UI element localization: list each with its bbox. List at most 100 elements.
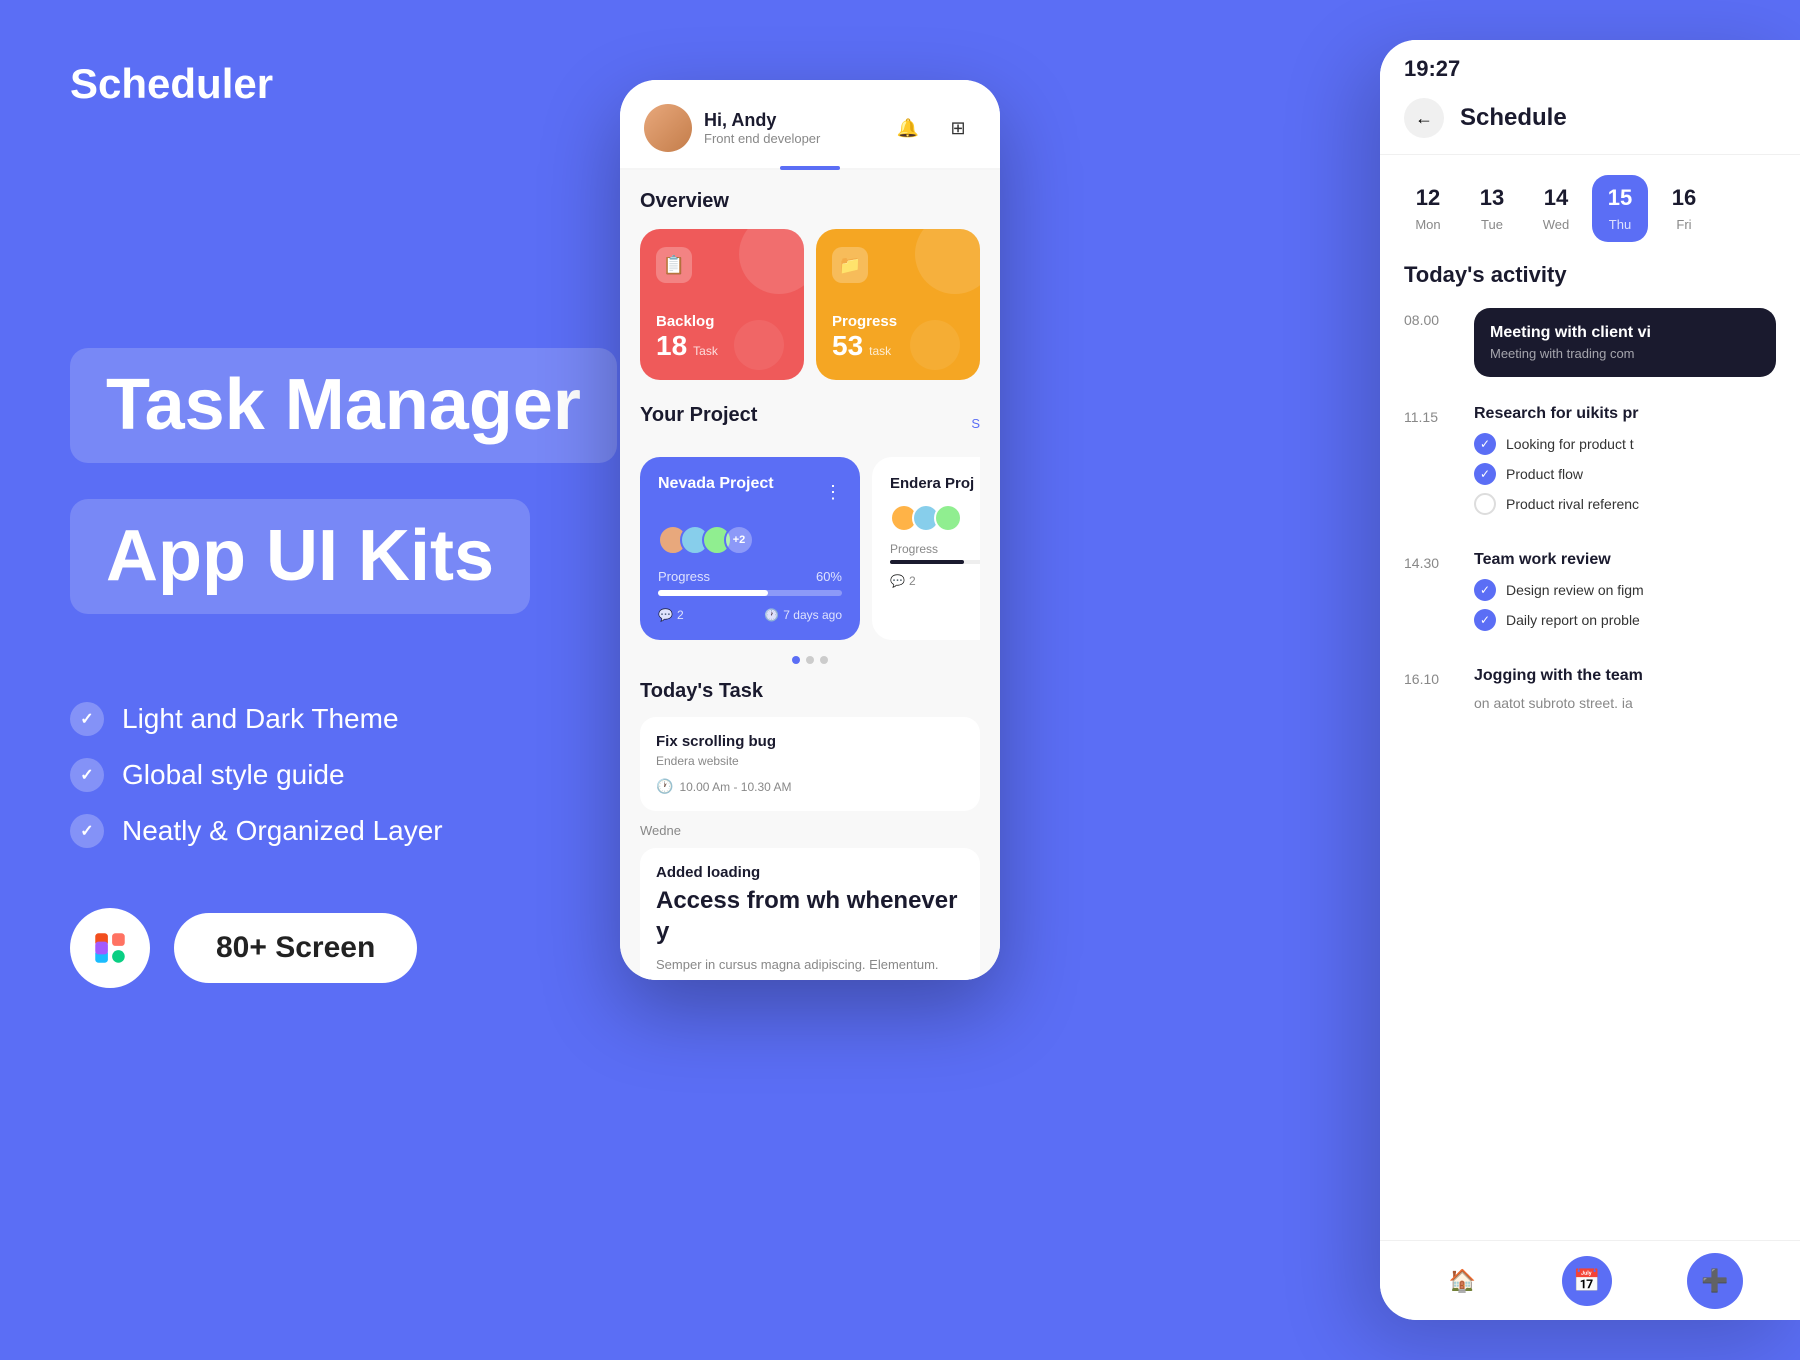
progress-card: 📁 Progress 53 task	[816, 229, 980, 380]
today-task-title: Today's Task	[640, 680, 980, 703]
check-item-4: ✓ Design review on figm	[1474, 579, 1776, 601]
feature-label-3: Neatly & Organized Layer	[122, 815, 443, 847]
cal-num-13: 13	[1480, 185, 1504, 211]
dot-2	[806, 656, 814, 664]
user-details: Hi, Andy Front end developer	[704, 110, 820, 146]
wed-label: Wedne	[640, 823, 980, 838]
back-button[interactable]: ←	[1404, 98, 1444, 138]
time-label-3: 14.30	[1404, 551, 1454, 571]
event-plain-4: Jogging with the team on aatot subroto s…	[1474, 667, 1776, 711]
check-item-2: ✓ Product flow	[1474, 463, 1776, 485]
event-plain-title-2: Research for uikits pr	[1474, 405, 1776, 423]
cal-day-13[interactable]: 13 Tue	[1464, 175, 1520, 242]
check-item-5: ✓ Daily report on proble	[1474, 609, 1776, 631]
cal-day-15[interactable]: 15 Thu	[1592, 175, 1648, 242]
event-3: 14.30 Team work review ✓ Design review o…	[1404, 551, 1776, 639]
cal-day-16[interactable]: 16 Fri	[1656, 175, 1712, 242]
header-icons: 🔔 ⊞	[890, 110, 976, 146]
task-item-2: Added loading Access from wh whenever y …	[640, 848, 980, 980]
backlog-unit: Task	[693, 344, 718, 358]
nav-calendar[interactable]: 📅	[1562, 1256, 1612, 1306]
schedule-title: Schedule	[1460, 104, 1567, 132]
event-plain-title-4: Jogging with the team	[1474, 667, 1776, 685]
event-title-1: Meeting with client vi	[1490, 324, 1760, 342]
check-item-3: Product rival referenc	[1474, 493, 1776, 515]
heading-line-2: App UI Kits	[70, 499, 530, 614]
event-2: 11.15 Research for uikits pr ✓ Looking f…	[1404, 405, 1776, 523]
endera-progress-label: Progress	[890, 542, 980, 556]
check-circle-5: ✓	[1474, 609, 1496, 631]
nevada-avatars: +2	[658, 525, 842, 555]
task1-name: Fix scrolling bug	[656, 733, 964, 750]
bottom-nav: 🏠 📅 ➕	[1380, 1240, 1800, 1320]
progress-count: 53	[832, 330, 863, 362]
nevada-comments: 💬 2	[658, 608, 684, 622]
event-plain-3: Team work review ✓ Design review on figm…	[1474, 551, 1776, 639]
task-item-1: Fix scrolling bug Endera website 🕐 10.00…	[640, 717, 980, 811]
task2-name: Added loading	[656, 864, 964, 881]
phone-screen-1: Hi, Andy Front end developer 🔔 ⊞ Overvie…	[620, 80, 1000, 980]
avatar-more: +2	[724, 525, 754, 555]
cal-name-fri: Fri	[1676, 217, 1691, 232]
cal-num-16: 16	[1672, 185, 1696, 211]
cal-num-12: 12	[1416, 185, 1440, 211]
see-all[interactable]: S	[971, 416, 980, 431]
nevada-progress-bar	[658, 590, 842, 596]
event-1: 08.00 Meeting with client vi Meeting wit…	[1404, 308, 1776, 377]
task1-project: Endera website	[656, 754, 964, 768]
dots-nav	[640, 656, 980, 664]
nevada-progress-label: Progress 60%	[658, 569, 842, 584]
event-plain-title-3: Team work review	[1474, 551, 1776, 569]
event-sub-1: Meeting with trading com	[1490, 346, 1760, 361]
time-label-2: 11.15	[1404, 405, 1454, 425]
heading-line-1: Task Manager	[70, 348, 617, 463]
cal-num-14: 14	[1544, 185, 1568, 211]
event-card-1: Meeting with client vi Meeting with trad…	[1474, 308, 1776, 377]
feature-item-3: Neatly & Organized Layer	[70, 814, 630, 848]
check-icon-1	[70, 702, 104, 736]
progress-unit: task	[869, 344, 891, 358]
nevada-card: Nevada Project ⋮ +2 Progress 60%	[640, 457, 860, 640]
user-role: Front end developer	[704, 131, 820, 146]
bottom-row: 80+ Screen	[70, 908, 630, 988]
nevada-menu[interactable]: ⋮	[824, 482, 842, 503]
backlog-count: 18	[656, 330, 687, 362]
cal-name-thu: Thu	[1609, 217, 1631, 232]
check-circle-4: ✓	[1474, 579, 1496, 601]
project-header: Your Project S	[640, 404, 980, 443]
features-list: Light and Dark Theme Global style guide …	[70, 702, 630, 848]
feature-label-2: Global style guide	[122, 759, 345, 791]
projects-title: Your Project	[640, 404, 757, 427]
event-4: 16.10 Jogging with the team on aatot sub…	[1404, 667, 1776, 711]
schedule-nav-header: ← Schedule	[1380, 82, 1800, 155]
cal-name-wed: Wed	[1543, 217, 1570, 232]
left-section: Scheduler Task Manager App UI Kits Light…	[0, 0, 700, 1360]
cal-day-12[interactable]: 12 Mon	[1400, 175, 1456, 242]
endera-progress-fill	[890, 560, 964, 564]
notification-icon[interactable]: 🔔	[890, 110, 926, 146]
event-plain-2: Research for uikits pr ✓ Looking for pro…	[1474, 405, 1776, 523]
cal-name-tue: Tue	[1481, 217, 1503, 232]
phone-content: Overview 📋 Backlog 18 Task 📁 Progress 53	[620, 170, 1000, 980]
cal-num-15: 15	[1608, 185, 1632, 211]
time-label-1: 08.00	[1404, 308, 1454, 328]
menu-icon[interactable]: ⊞	[940, 110, 976, 146]
check-circle-1: ✓	[1474, 433, 1496, 455]
screen-badge: 80+ Screen	[174, 913, 417, 983]
check-icon-2	[70, 758, 104, 792]
feature-label-1: Light and Dark Theme	[122, 703, 399, 735]
progress-icon: 📁	[832, 247, 868, 283]
phone-screen-2: 19:27 ← Schedule 12 Mon 13 Tue 14 Wed 15…	[1380, 40, 1800, 1320]
activity-section: Today's activity 08.00 Meeting with clie…	[1380, 262, 1800, 711]
check-circle-3	[1474, 493, 1496, 515]
access-desc: Semper in cursus magna adipiscing. Eleme…	[656, 955, 964, 980]
endera-progress-bar	[890, 560, 980, 564]
endera-avatars	[890, 504, 980, 532]
nav-home[interactable]: 🏠	[1437, 1256, 1487, 1306]
nevada-progress-fill	[658, 590, 768, 596]
nav-add[interactable]: ➕	[1687, 1253, 1743, 1309]
check-item-1: ✓ Looking for product t	[1474, 433, 1776, 455]
calendar-strip: 12 Mon 13 Tue 14 Wed 15 Thu 16 Fri	[1380, 155, 1800, 262]
user-info: Hi, Andy Front end developer	[644, 104, 820, 152]
cal-day-14[interactable]: 14 Wed	[1528, 175, 1584, 242]
